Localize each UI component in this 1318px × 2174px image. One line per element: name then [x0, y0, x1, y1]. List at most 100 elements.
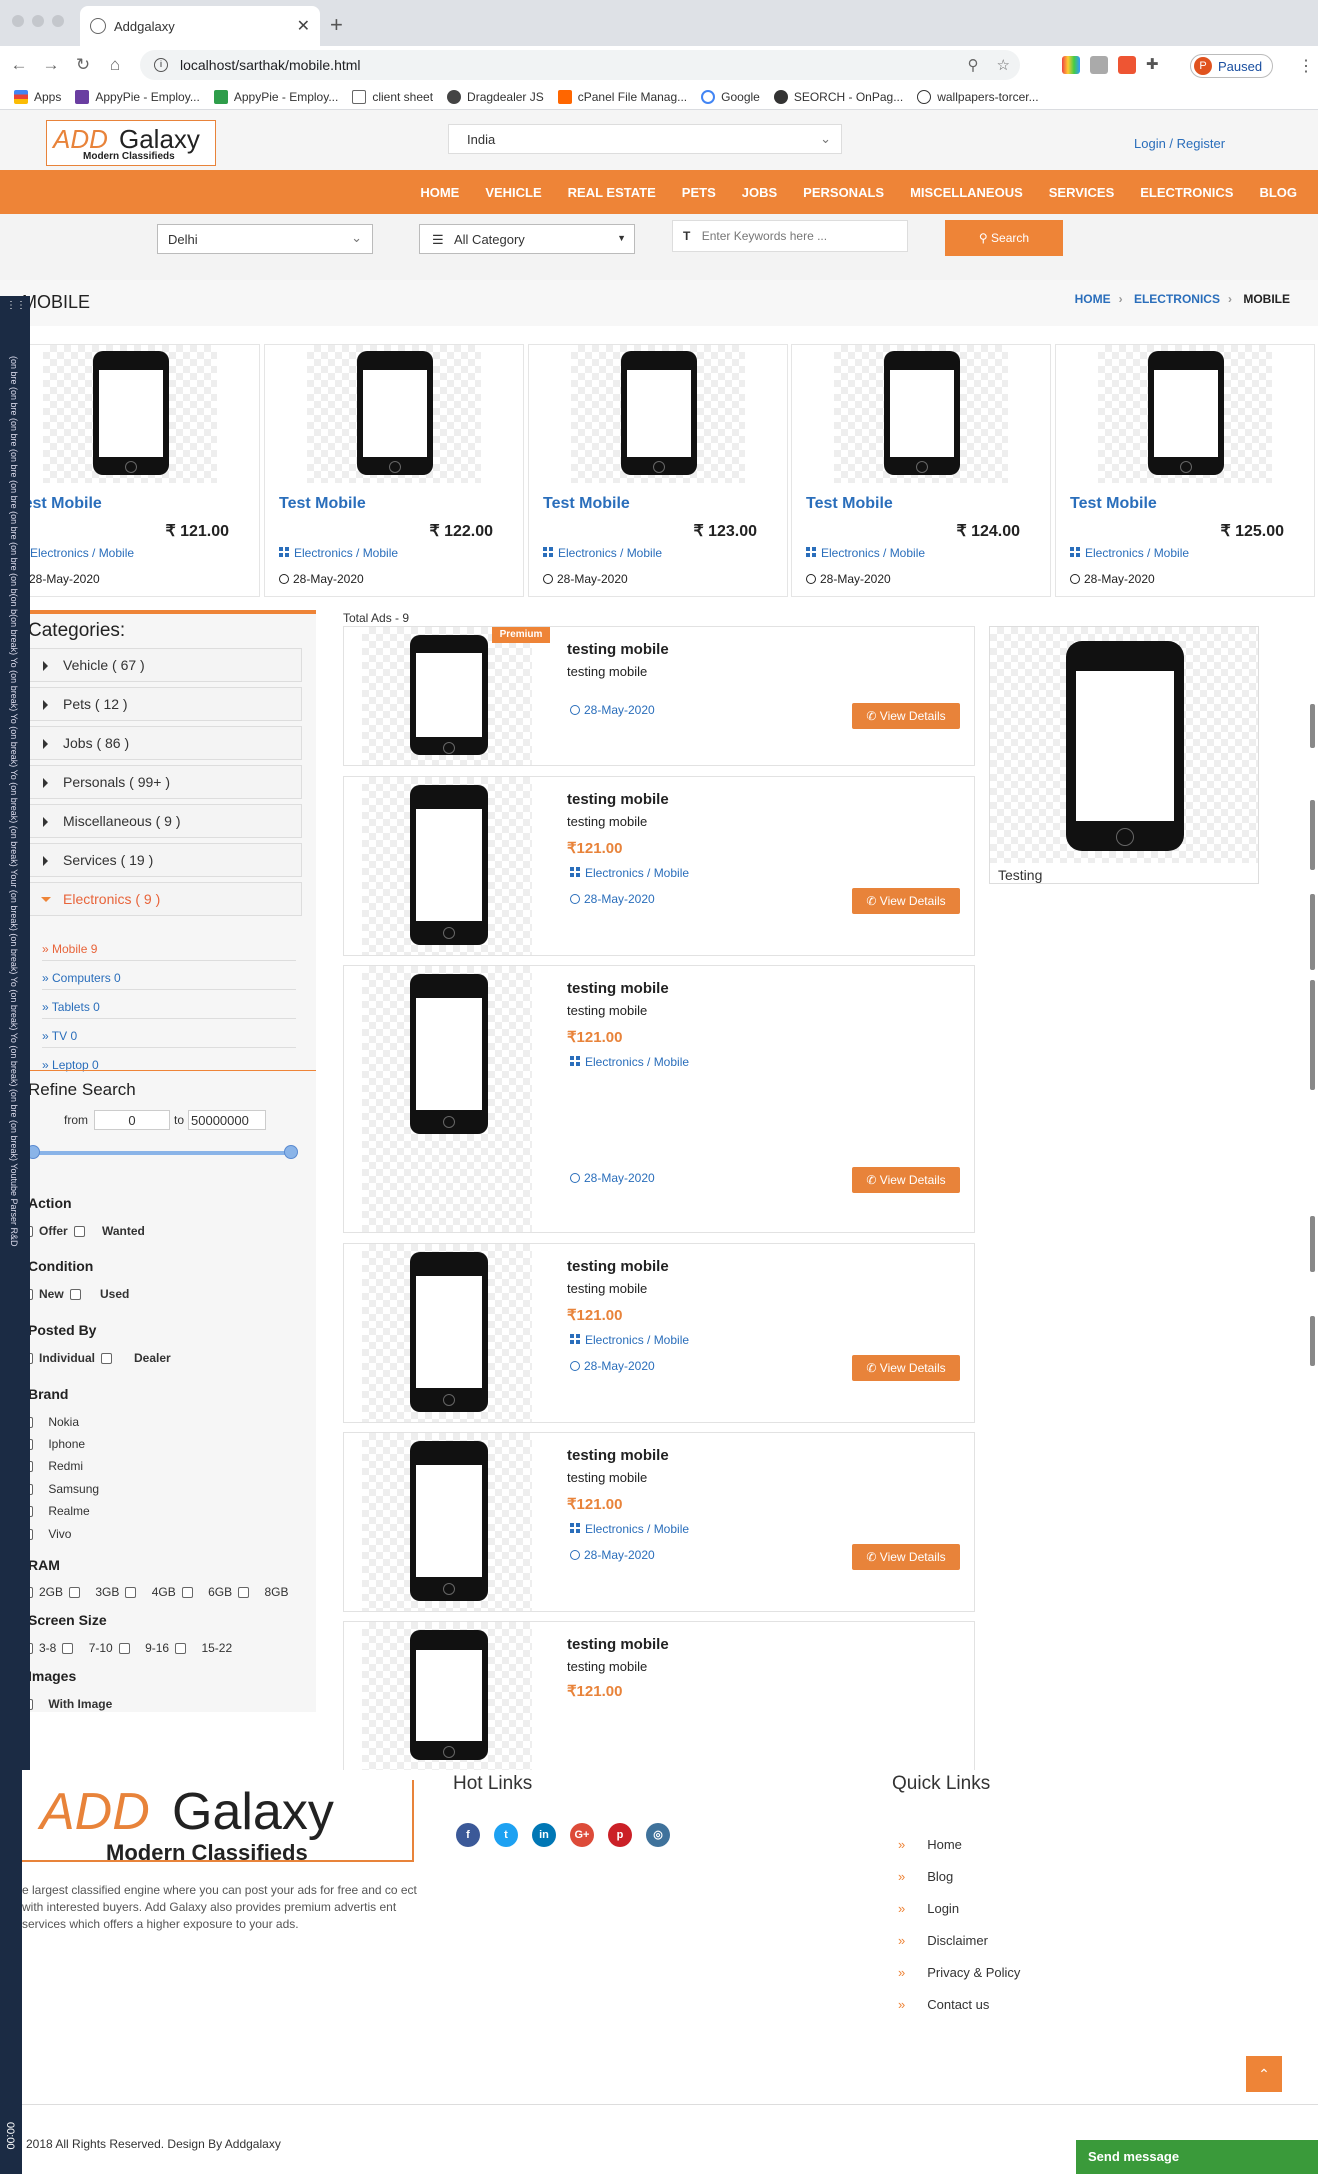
featured-category[interactable]: Electronics / Mobile	[15, 546, 134, 560]
keyword-input[interactable]: T Enter Keywords here ...	[672, 220, 908, 252]
browser-tab[interactable]: Addgalaxy ✕	[80, 6, 320, 46]
brand-iphone-checkbox[interactable]: Iphone	[22, 1437, 85, 1451]
view-details-button[interactable]: ✆ View Details	[852, 703, 960, 729]
search-button[interactable]: ⚲ Search	[945, 220, 1063, 256]
price-from-input[interactable]: 0	[94, 1110, 170, 1130]
city-select[interactable]: Delhi ⌄	[157, 224, 373, 254]
login-register-link[interactable]: Login / Register	[1134, 136, 1225, 151]
featured-card[interactable]: Test Mobile ₹ 122.00 Electronics / Mobile 2…	[264, 344, 524, 597]
price-range-slider[interactable]	[32, 1151, 288, 1155]
listing-title[interactable]: testing mobile	[567, 980, 669, 997]
zoom-icon[interactable]: ⚲	[968, 56, 979, 74]
featured-card[interactable]: Test Mobile ₹ 121.00 Electronics / Mobile 2…	[0, 344, 260, 597]
quick-link-login[interactable]: » Login	[898, 1901, 959, 1916]
category-jobs[interactable]: Jobs ( 86 )	[28, 726, 302, 760]
dealer-label[interactable]: Dealer	[134, 1351, 171, 1365]
extension-k-icon[interactable]	[1090, 56, 1108, 74]
brand-realme-checkbox[interactable]: Realme	[22, 1504, 90, 1518]
google-plus-icon[interactable]: G+	[570, 1823, 594, 1847]
subcategory-tablets[interactable]: » Tablets 0	[42, 1000, 100, 1014]
nav-electronics[interactable]: ELECTRONICS	[1140, 185, 1233, 200]
linkedin-icon[interactable]: in	[532, 1823, 556, 1847]
forward-icon[interactable]: →	[38, 55, 64, 75]
featured-title[interactable]: Test Mobile	[806, 495, 893, 513]
pinterest-icon[interactable]: p	[608, 1823, 632, 1847]
category-personals[interactable]: Personals ( 99+ )	[28, 765, 302, 799]
nav-pets[interactable]: PETS	[682, 185, 716, 200]
featured-card[interactable]: Test Mobile ₹ 125.00 Electronics / Mobile 2…	[1055, 344, 1315, 597]
featured-title[interactable]: Test Mobile	[1070, 495, 1157, 513]
quick-link-contact[interactable]: » Contact us	[898, 1997, 989, 2012]
subcategory-tv[interactable]: » TV 0	[42, 1029, 77, 1043]
featured-title[interactable]: Test Mobile	[279, 495, 366, 513]
listing-item[interactable]: testing mobile testing mobile ₹121.00 Elect…	[343, 965, 975, 1233]
view-details-button[interactable]: ✆ View Details	[852, 1167, 960, 1193]
window-maximize-dot[interactable]	[52, 15, 64, 27]
view-details-button[interactable]: ✆ View Details	[852, 1355, 960, 1381]
category-pets[interactable]: Pets ( 12 )	[28, 687, 302, 721]
bookmark-item[interactable]: AppyPie - Employ...	[75, 89, 200, 104]
listing-category[interactable]: Electronics / Mobile	[570, 866, 689, 880]
home-icon[interactable]: ⌂	[102, 55, 128, 75]
listing-title[interactable]: testing mobile	[567, 641, 669, 658]
bookmark-item[interactable]: Google	[701, 89, 760, 104]
subcategory-mobile[interactable]: » Mobile 9	[42, 942, 97, 956]
quick-link-disclaimer[interactable]: » Disclaimer	[898, 1933, 988, 1948]
info-icon[interactable]: i	[154, 58, 168, 72]
twitter-icon[interactable]: t	[494, 1823, 518, 1847]
subcategory-computers[interactable]: » Computers 0	[42, 971, 121, 985]
brand-samsung-checkbox[interactable]: Samsung	[22, 1482, 99, 1496]
listing-category[interactable]: Electronics / Mobile	[570, 1522, 689, 1536]
close-tab-icon[interactable]: ✕	[297, 16, 310, 36]
site-logo[interactable]: ADD Galaxy Modern Classifieds	[46, 120, 216, 166]
nav-real-estate[interactable]: REAL ESTATE	[568, 185, 656, 200]
nav-services[interactable]: SERVICES	[1049, 185, 1115, 200]
category-select[interactable]: ☰ All Category ▼	[419, 224, 635, 254]
quick-link-home[interactable]: » Home	[898, 1837, 962, 1852]
nav-home[interactable]: HOME	[420, 185, 459, 200]
listing-item[interactable]: Premium testing mobile testing mobile 28-Ma…	[343, 626, 975, 766]
bookmark-item[interactable]: wallpapers-torcer...	[917, 89, 1039, 104]
quick-link-blog[interactable]: » Blog	[898, 1869, 953, 1884]
listing-category[interactable]: Electronics / Mobile	[570, 1333, 689, 1347]
nav-vehicle[interactable]: VEHICLE	[485, 185, 541, 200]
view-details-button[interactable]: ✆ View Details	[852, 1544, 960, 1570]
category-electronics[interactable]: Electronics ( 9 )	[28, 882, 302, 916]
category-miscellaneous[interactable]: Miscellaneous ( 9 )	[28, 804, 302, 838]
bookmark-item[interactable]: AppyPie - Employ...	[213, 89, 338, 104]
price-to-input[interactable]: 50000000	[188, 1110, 266, 1130]
side-ad-card[interactable]: Testing	[989, 626, 1259, 884]
nav-miscellaneous[interactable]: MISCELLANEOUS	[910, 185, 1023, 200]
menu-dots-icon[interactable]: ⋮	[1298, 56, 1314, 76]
new-checkbox[interactable]: New	[22, 1287, 81, 1301]
instagram-icon[interactable]: ◎	[646, 1823, 670, 1847]
send-message-button[interactable]: Send message	[1076, 2140, 1318, 2174]
bookmark-item[interactable]: Dragdealer JS	[447, 89, 544, 104]
back-icon[interactable]: ←	[6, 55, 32, 75]
window-minimize-dot[interactable]	[32, 15, 44, 27]
bookmark-item[interactable]: SEORCH - OnPag...	[773, 89, 903, 104]
with-image-checkbox[interactable]: With Image	[22, 1697, 112, 1711]
listing-title[interactable]: testing mobile	[567, 1636, 669, 1653]
brand-redmi-checkbox[interactable]: Redmi	[22, 1459, 83, 1473]
listing-title[interactable]: testing mobile	[567, 1447, 669, 1464]
quick-link-privacy[interactable]: » Privacy & Policy	[898, 1965, 1020, 1980]
brand-nokia-checkbox[interactable]: Nokia	[22, 1415, 79, 1429]
listing-item[interactable]: testing mobile testing mobile ₹121.00	[343, 1621, 975, 1771]
ram-options[interactable]: 2GB 3GB 4GB 6GB 8GB	[22, 1585, 288, 1599]
wanted-label[interactable]: Wanted	[102, 1224, 145, 1238]
nav-blog[interactable]: BLOG	[1259, 185, 1297, 200]
footer-logo[interactable]: ADD Galaxy Modern Classifieds	[22, 1780, 414, 1865]
window-close-dot[interactable]	[12, 15, 24, 27]
listing-item[interactable]: testing mobile testing mobile ₹121.00 Elect…	[343, 776, 975, 956]
category-vehicle[interactable]: Vehicle ( 67 )	[28, 648, 302, 682]
bookmark-item[interactable]: cPanel File Manag...	[557, 89, 687, 104]
featured-card[interactable]: Test Mobile ₹ 124.00 Electronics / Mobile 2…	[791, 344, 1051, 597]
offer-checkbox[interactable]: Offer	[22, 1224, 85, 1238]
star-icon[interactable]: ☆	[997, 56, 1010, 74]
screen-size-options[interactable]: 3-8 7-10 9-16 15-22	[22, 1641, 232, 1655]
nav-jobs[interactable]: JOBS	[742, 185, 777, 200]
bookmark-item[interactable]: client sheet	[352, 89, 433, 104]
reload-icon[interactable]: ↻	[70, 55, 96, 75]
puzzle-icon[interactable]: ✚	[1146, 56, 1164, 74]
